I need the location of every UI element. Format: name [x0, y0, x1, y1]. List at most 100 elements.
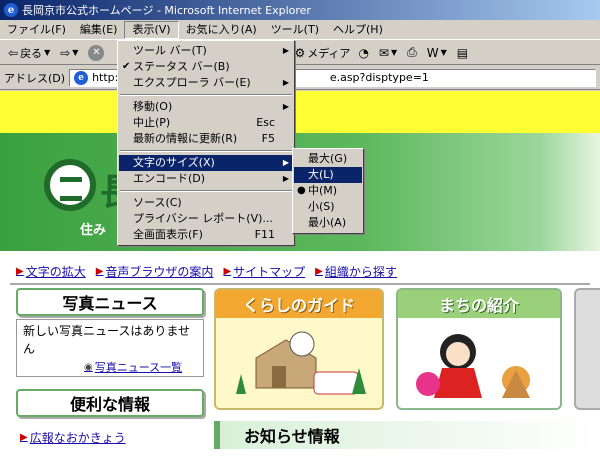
- menu-item-toolbar[interactable]: ツール バー(T) ▶: [119, 43, 293, 59]
- menu-separator: [120, 150, 292, 152]
- menu-item-label: 最新の情報に更新(R): [133, 132, 238, 145]
- menu-tools[interactable]: ツール(T): [264, 21, 326, 39]
- note-icon: ▤: [456, 45, 469, 60]
- link-label: 音声ブラウザの案内: [105, 265, 214, 279]
- back-button[interactable]: ⇦ 戻る ▼: [4, 43, 56, 63]
- submenu-arrow-icon: ▶: [282, 78, 289, 87]
- chevron-down-icon: ▼: [390, 48, 398, 57]
- menu-item-statusbar[interactable]: ✔ ステータス バー(B): [119, 59, 293, 75]
- menu-item-label: 中(M): [308, 184, 338, 197]
- print-button[interactable]: ⎙: [403, 43, 423, 63]
- back-label: 戻る: [20, 46, 43, 60]
- menu-item-label: 最大(G): [308, 152, 348, 165]
- menu-item-label: ステータス バー(B): [133, 60, 230, 73]
- town-intro-illustration: [416, 334, 530, 398]
- menu-item-label: プライバシー レポート(V)...: [133, 212, 273, 225]
- menu-item-largest[interactable]: 最大(G): [294, 151, 362, 167]
- menu-item-label: 最小(A): [308, 216, 347, 229]
- address-url-right: e.asp?disptype=1: [329, 71, 429, 84]
- menu-item-label: ツール バー(T): [133, 44, 207, 57]
- town-intro-panel[interactable]: まちの紹介: [396, 288, 562, 410]
- back-arrow-icon: ⇦: [8, 45, 19, 60]
- mail-button[interactable]: ✉ ▼: [375, 43, 403, 63]
- menu-file[interactable]: ファイル(F): [0, 21, 73, 39]
- menu-item-small[interactable]: 小(S): [294, 199, 362, 215]
- forward-button[interactable]: ⇨ ▼: [56, 43, 84, 63]
- menu-separator: [120, 94, 292, 96]
- media-icon: ⚙: [294, 45, 306, 60]
- edit-button[interactable]: W ▼: [423, 43, 453, 63]
- menu-item-label: 移動(O): [133, 100, 173, 113]
- menu-item-encoding[interactable]: エンコード(D) ▶: [119, 171, 293, 187]
- menu-item-explorer-bar[interactable]: エクスプローラ バー(E) ▶: [119, 75, 293, 91]
- arrow-icon: ▶: [16, 266, 24, 277]
- menu-item-smallest[interactable]: 最小(A): [294, 215, 362, 231]
- menu-item-label: 小(S): [308, 200, 335, 213]
- menu-separator: [120, 190, 292, 192]
- menu-bar: ファイル(F) 編集(E) 表示(V) お気に入り(A) ツール(T) ヘルプ(…: [0, 20, 600, 40]
- arrow-icon: ▶: [223, 266, 232, 277]
- circle-arrow-icon: ◉: [84, 361, 93, 373]
- address-bar: アドレス(D) e http://c e.asp?disptype=1: [0, 66, 600, 90]
- menu-item-fullscreen[interactable]: 全画面表示(F) F11: [119, 227, 293, 243]
- link-voice-browser[interactable]: ▶ 音声ブラウザの案内: [96, 263, 214, 280]
- menu-item-go[interactable]: 移動(O) ▶: [119, 99, 293, 115]
- menu-item-large[interactable]: 大(L): [294, 167, 362, 183]
- useful-info-heading: 便利な情報: [16, 389, 204, 417]
- history-button[interactable]: ◔: [354, 43, 374, 63]
- link-kouhou[interactable]: ▶ 広報なおかきょう: [20, 429, 126, 446]
- mail-icon: ✉: [378, 45, 389, 60]
- panel-title: くらしのガイド: [216, 290, 382, 318]
- menu-item-refresh[interactable]: 最新の情報に更新(R) F5: [119, 131, 293, 147]
- submenu-arrow-icon: ▶: [282, 102, 289, 111]
- link-label: 広報なおかきょう: [29, 431, 126, 445]
- living-guide-illustration: [236, 331, 366, 395]
- notice-heading: お知らせ情報: [214, 421, 600, 449]
- page-icon: e: [74, 70, 89, 85]
- submenu-arrow-icon: ▶: [282, 46, 289, 55]
- menu-item-stop[interactable]: 中止(P) Esc: [119, 115, 293, 131]
- submenu-arrow-icon: ▶: [282, 174, 289, 183]
- text-size-submenu: 最大(G) 大(L) ● 中(M) 小(S) 最小(A): [292, 148, 364, 234]
- chevron-down-icon: ▼: [72, 48, 79, 57]
- link-label: 写真ニュース一覧: [94, 361, 183, 374]
- menu-item-source[interactable]: ソース(C): [119, 195, 293, 211]
- link-label: 組織から探す: [324, 265, 397, 279]
- menu-help[interactable]: ヘルプ(H): [326, 21, 390, 39]
- menu-item-medium[interactable]: ● 中(M): [294, 183, 362, 199]
- menu-view[interactable]: 表示(V): [124, 20, 179, 39]
- panel-title: まちの紹介: [398, 290, 560, 318]
- media-button[interactable]: ⚙ メディア: [290, 43, 354, 63]
- menu-item-label: 中止(P): [133, 116, 171, 129]
- word-icon: W: [426, 45, 439, 60]
- discuss-button[interactable]: ▤: [453, 43, 474, 63]
- menu-item-shortcut: F5: [261, 132, 275, 145]
- link-organization[interactable]: ▶ 組織から探す: [315, 263, 397, 280]
- address-label: アドレス(D): [4, 71, 66, 85]
- photo-news-heading: 写真ニュース: [16, 288, 204, 316]
- menu-item-label: 文字のサイズ(X): [133, 156, 215, 169]
- menu-item-shortcut: F11: [254, 228, 275, 241]
- view-menu: ツール バー(T) ▶ ✔ ステータス バー(B) エクスプローラ バー(E) …: [117, 40, 295, 246]
- menu-item-privacy-report[interactable]: プライバシー レポート(V)...: [119, 211, 293, 227]
- submenu-arrow-icon: ▶: [282, 158, 289, 167]
- arrow-icon: ▶: [20, 432, 28, 443]
- menu-item-label: エンコード(D): [133, 172, 206, 185]
- stop-button[interactable]: ✕: [84, 43, 110, 63]
- living-guide-panel[interactable]: くらしのガイド: [214, 288, 384, 410]
- link-sitemap[interactable]: ▶ サイトマップ: [223, 263, 305, 280]
- history-icon: ◔: [358, 45, 369, 60]
- third-panel[interactable]: [574, 288, 600, 410]
- toolbar: ⇦ 戻る ▼ ⇨ ▼ ✕ ⚙ メディア ◔ ✉ ▼ ⎙ W ▼ ▤: [0, 41, 600, 65]
- title-bar: e 長岡京市公式ホームページ - Microsoft Internet Expl…: [0, 0, 600, 20]
- check-icon: ✔: [122, 61, 131, 72]
- menu-favorites[interactable]: お気に入り(A): [179, 21, 264, 39]
- link-text-zoom[interactable]: ▶ 文字の拡大: [16, 263, 86, 280]
- media-label: メディア: [307, 46, 351, 60]
- window-title: 長岡京市公式ホームページ - Microsoft Internet Explor…: [22, 4, 311, 17]
- stop-icon: ✕: [88, 44, 105, 61]
- photo-news-more-link[interactable]: ◉ 写真ニュース一覧: [84, 359, 182, 375]
- menu-item-text-size[interactable]: 文字のサイズ(X) ▶: [119, 155, 293, 171]
- menu-edit[interactable]: 編集(E): [73, 21, 125, 39]
- menu-item-shortcut: Esc: [256, 116, 275, 129]
